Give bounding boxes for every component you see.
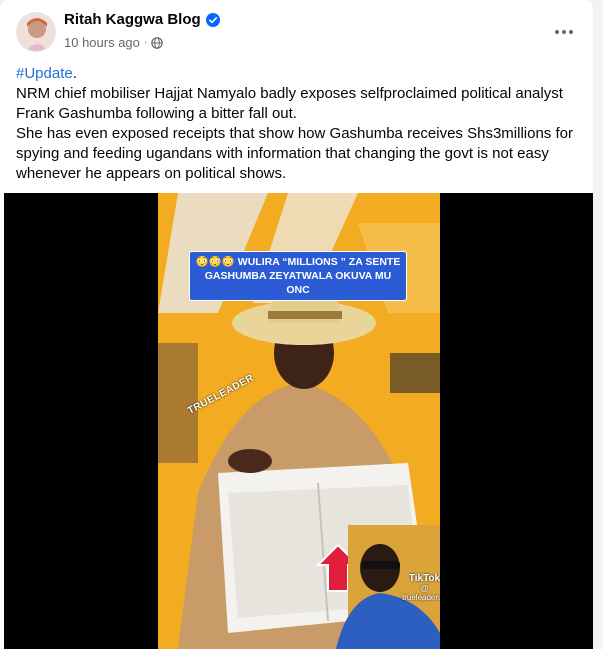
hashtag-suffix: . bbox=[72, 65, 77, 82]
video-frame[interactable]: 😳😳😳 WULIRA “MILLIONS ” ZA SENTE GASHUMBA… bbox=[158, 193, 440, 649]
post-paragraph-1: NRM chief mobiliser Hajjat Namyalo badly… bbox=[16, 85, 563, 122]
author-name[interactable]: Ritah Kaggwa Blog bbox=[64, 11, 220, 28]
hashtag-link[interactable]: #Update bbox=[16, 65, 73, 82]
meta-separator: · bbox=[143, 37, 148, 48]
tiktok-watermark: TikTok @ trueleaderug bbox=[402, 573, 440, 602]
author-avatar[interactable] bbox=[16, 12, 56, 52]
video-caption: 😳😳😳 WULIRA “MILLIONS ” ZA SENTE GASHUMBA… bbox=[189, 251, 407, 301]
tiktok-handle: @ trueleaderug bbox=[402, 584, 440, 602]
post-paragraph-2: She has even exposed receipts that show … bbox=[16, 125, 573, 182]
post-header: Ritah Kaggwa Blog 10 hours ago · bbox=[0, 0, 593, 60]
post-timestamp[interactable]: 10 hours ago bbox=[64, 35, 140, 50]
post-card: Ritah Kaggwa Blog 10 hours ago · #Update… bbox=[0, 0, 593, 649]
more-options-icon[interactable] bbox=[546, 14, 582, 50]
page-scrollbar-track[interactable] bbox=[593, 0, 603, 649]
author-name-text[interactable]: Ritah Kaggwa Blog bbox=[64, 11, 201, 28]
post-hashtag-line: #Update. bbox=[16, 64, 581, 84]
globe-icon[interactable] bbox=[151, 36, 164, 49]
tiktok-label: TikTok bbox=[408, 573, 440, 584]
video-player[interactable]: 😳😳😳 WULIRA “MILLIONS ” ZA SENTE GASHUMBA… bbox=[4, 193, 593, 649]
post-meta: 10 hours ago · bbox=[64, 35, 164, 50]
post-body: #Update. NRM chief mobiliser Hajjat Namy… bbox=[16, 64, 581, 184]
verified-badge-icon bbox=[205, 12, 220, 27]
